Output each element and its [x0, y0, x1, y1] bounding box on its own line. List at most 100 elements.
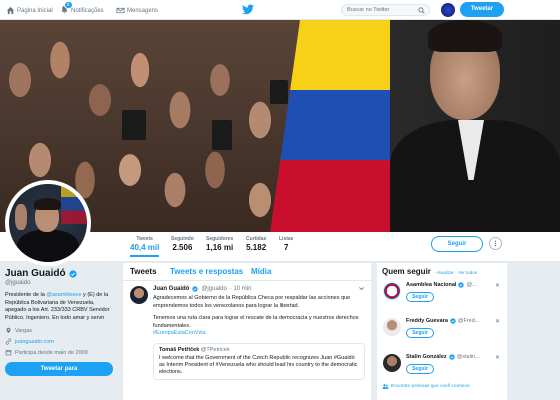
profile-name: Juan Guaidó: [5, 268, 117, 279]
link-icon: [5, 338, 12, 345]
more-options-button[interactable]: [489, 237, 502, 250]
search-placeholder: Buscar no Twitter: [347, 7, 390, 13]
close-icon[interactable]: ✕: [495, 354, 500, 361]
portrait-image: [390, 20, 560, 232]
joined-text: Participa desde maio de 2009: [15, 349, 88, 356]
tweet-author-handle[interactable]: @jguaido: [201, 286, 226, 292]
separator-dot: ·: [455, 270, 457, 275]
profile-website: juanguaido.com: [5, 338, 117, 345]
tab-media[interactable]: Mídia: [251, 267, 271, 276]
tweet-text: Agradecemos al Gobierno de la República …: [153, 295, 365, 338]
tweet-author-name[interactable]: Juan Guaidó: [153, 286, 189, 292]
tweet-hashtag[interactable]: #EuropaEstaConVzla: [153, 330, 365, 338]
account-avatar[interactable]: [441, 3, 455, 17]
people-icon: [382, 384, 389, 389]
stat-value: 5.182: [246, 243, 267, 252]
stat-tweets[interactable]: Tweets 40,4 mil: [130, 236, 160, 257]
search-input[interactable]: Buscar no Twitter: [341, 4, 430, 16]
follow-button[interactable]: Seguir: [431, 236, 483, 252]
suggestion-follow-button[interactable]: Seguir: [406, 328, 434, 338]
suggestion-avatar[interactable]: [383, 354, 401, 372]
stat-followers[interactable]: Seguidores 1,16 mi: [206, 236, 233, 252]
quoted-author-name: Tomáš Petříček: [159, 346, 200, 353]
who-to-follow: Quem seguir · Atualizar · Ver todos Asam…: [377, 263, 507, 400]
tweet-paragraph-2: Tenemos una ruta clara para lograr el re…: [153, 315, 359, 329]
view-all-link[interactable]: Ver todos: [458, 270, 477, 275]
stat-label: Tweets: [136, 236, 153, 242]
tweet[interactable]: Juan Guaidó @jguaido · 10 min Agradecemo…: [123, 282, 371, 380]
tab-tweets-replies[interactable]: Tweets e respostas: [170, 267, 243, 276]
find-people-link[interactable]: Encontre pessoas que você conhece: [382, 383, 470, 390]
stat-lists[interactable]: Listas 7: [279, 236, 293, 252]
timeline: Tweets Tweets e respostas Mídia Juan Gua…: [123, 263, 371, 400]
stat-likes[interactable]: Curtidas 5.182: [246, 236, 266, 252]
location-text: Vargas: [15, 327, 33, 334]
tab-tweets[interactable]: Tweets: [130, 267, 157, 276]
top-navigation: Página Inicial 5 Notificações Mensagens …: [0, 0, 560, 20]
close-icon[interactable]: ✕: [495, 282, 500, 289]
search-icon[interactable]: [418, 7, 425, 14]
nav-messages[interactable]: Mensagens: [116, 5, 158, 16]
stat-value: 2.506: [172, 243, 193, 252]
stat-label: Seguindo: [171, 236, 194, 242]
stat-label: Seguidores: [206, 236, 234, 242]
stat-value: 7: [284, 243, 289, 252]
who-to-follow-title: Quem seguir: [382, 267, 431, 276]
nav-home-label: Página Inicial: [17, 7, 53, 14]
profile-bio: Presidente de la @asambleave y (E) de la…: [5, 292, 117, 322]
profile-location: Vargas: [5, 327, 117, 334]
tweet-header: Juan Guaidó @jguaido · 10 min: [153, 285, 365, 292]
stat-label: Listas: [279, 236, 294, 242]
bio-text-start: Presidente de la: [5, 292, 47, 298]
suggestion-item[interactable]: Asamblea Nacional @... Seguir ✕: [382, 280, 502, 312]
find-people-text: Encontre pessoas que você conhece: [391, 384, 470, 389]
suggestion-name[interactable]: Stalin González: [406, 354, 447, 360]
nav-home[interactable]: Página Inicial: [6, 5, 53, 16]
tweet-timestamp[interactable]: · 10 min: [230, 286, 252, 292]
profile-name-text: Juan Guaidó: [5, 268, 66, 279]
chevron-down-icon[interactable]: [358, 285, 365, 292]
notification-count-badge: 5: [64, 1, 73, 9]
nav-messages-label: Mensagens: [127, 7, 159, 14]
suggestion-avatar[interactable]: [383, 318, 401, 336]
verified-badge-icon: [458, 282, 465, 288]
refresh-link[interactable]: Atualizar: [436, 270, 454, 275]
profile-avatar[interactable]: [5, 180, 91, 266]
profile-joined: Participa desde maio de 2009: [5, 349, 117, 356]
suggestion-handle: @...: [466, 282, 477, 288]
suggestion-avatar[interactable]: [383, 282, 401, 300]
suggestion-name[interactable]: Asamblea Nacional: [406, 282, 456, 288]
profile-info: Juan Guaidó @jguaido Presidente de la @a…: [5, 268, 117, 376]
profile-handle: @jguaido: [5, 280, 31, 286]
suggestion-handle: @Fred...: [457, 318, 480, 324]
location-pin-icon: [6, 327, 11, 334]
suggestion-name[interactable]: Freddy Guevara: [406, 318, 448, 324]
nav-notifications[interactable]: 5 Notificações: [60, 1, 104, 16]
suggestion-follow-button[interactable]: Seguir: [406, 292, 434, 302]
tweet-paragraph-1: Agradecemos al Gobierno de la República …: [153, 295, 351, 309]
verified-badge-icon: [450, 318, 456, 324]
twitter-bird-icon[interactable]: [242, 4, 254, 15]
suggestion-item[interactable]: Stalin González @stalin... Seguir ✕: [382, 352, 502, 384]
stat-value: 1,16 mi: [206, 243, 234, 252]
bio-mention-link[interactable]: @asambleave: [46, 292, 81, 298]
suggestion-handle: @stalin...: [456, 354, 480, 360]
envelope-icon: [116, 7, 125, 14]
verified-badge-icon: [448, 354, 455, 360]
tweet-author-avatar[interactable]: [130, 286, 148, 304]
nav-notifications-label: Notificações: [71, 7, 104, 14]
close-icon[interactable]: ✕: [495, 318, 500, 325]
compose-tweet-button[interactable]: Tweetar: [460, 2, 504, 17]
tweet-to-button[interactable]: Tweetar para: [5, 362, 113, 376]
verified-badge-icon: [68, 269, 77, 278]
stat-following[interactable]: Seguindo 2.506: [171, 236, 194, 252]
verified-badge-icon: [192, 285, 199, 292]
timeline-tabs: Tweets Tweets e respostas Mídia: [123, 263, 371, 281]
quoted-tweet-header: Tomáš Petříček @TPetricek: [159, 347, 359, 353]
quoted-tweet[interactable]: Tomáš Petříček @TPetricek I welcome that…: [153, 342, 365, 380]
website-link[interactable]: juanguaido.com: [15, 339, 54, 345]
stat-value: 40,4 mil: [130, 243, 160, 252]
stat-label: Curtidas: [246, 236, 267, 242]
suggestion-follow-button[interactable]: Seguir: [406, 364, 434, 374]
suggestion-item[interactable]: Freddy Guevara @Fred... Seguir ✕: [382, 316, 502, 348]
